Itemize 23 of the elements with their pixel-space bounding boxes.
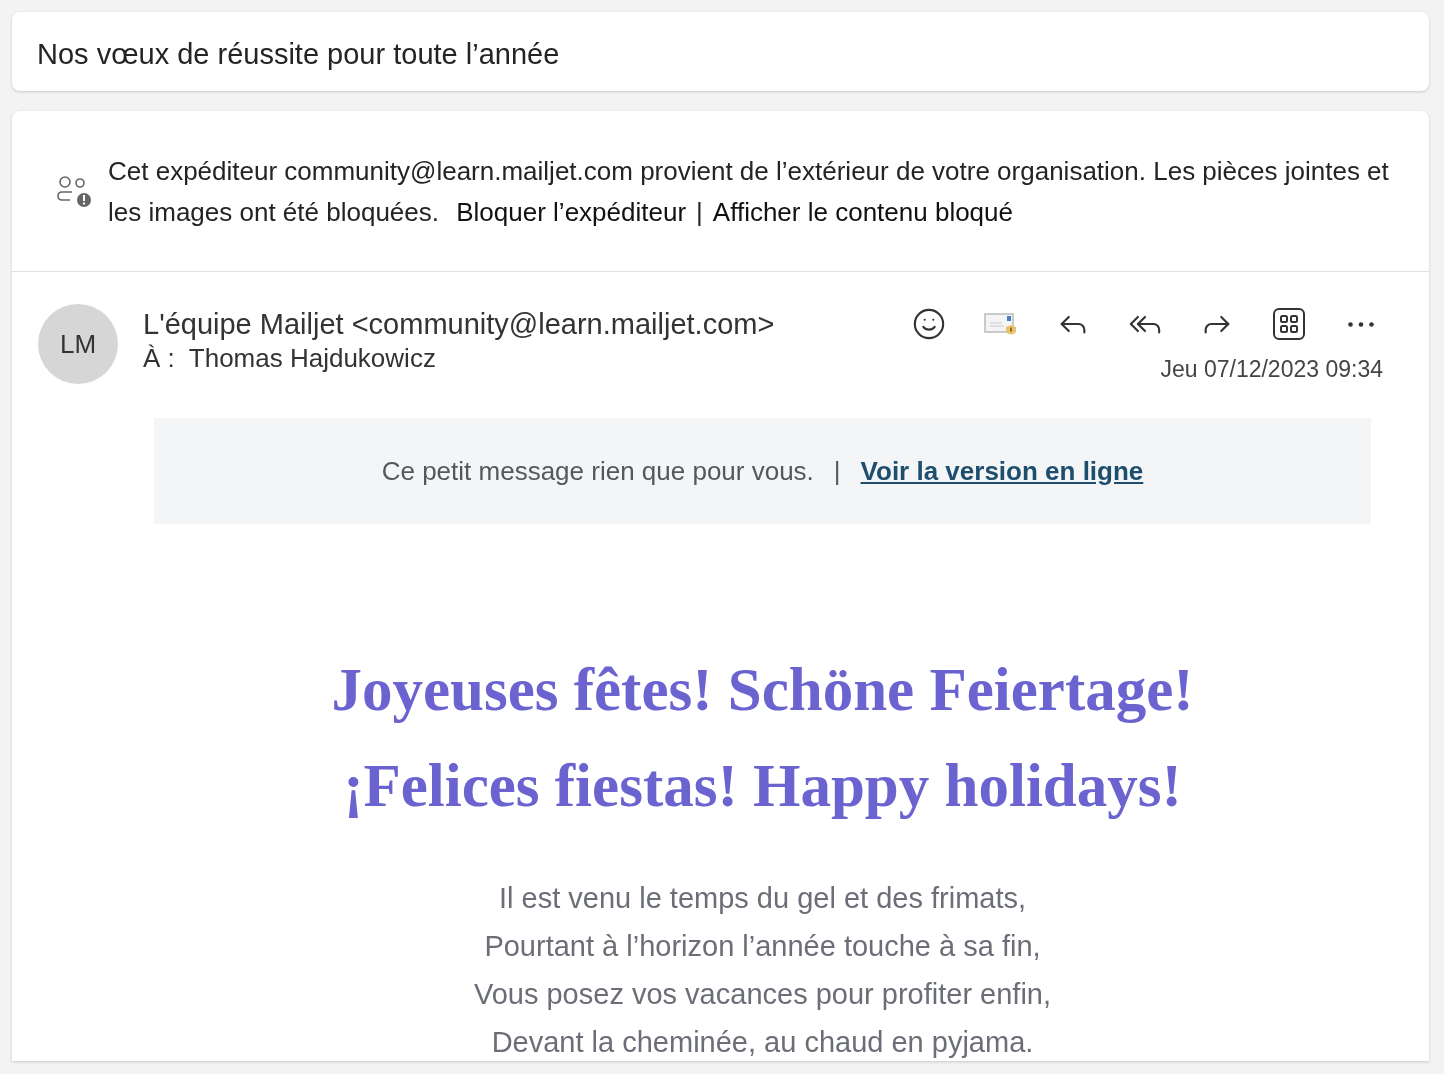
people-warning-icon [56, 175, 92, 209]
avatar: LM [38, 304, 118, 384]
smiley-icon [912, 307, 946, 341]
grid-icon [1273, 308, 1305, 340]
sender-name: L'équipe Mailjet <community@learn.mailjet.com> [143, 308, 776, 341]
show-blocked-content-link[interactable]: Afficher le contenu bloqué [712, 197, 1013, 227]
greeting-heading: Joyeuses fêtes! Schöne Feiertage! [331, 655, 1194, 725]
online-version-link[interactable]: Voir la version en ligne [860, 455, 1144, 487]
sent-date: Jeu 07/12/2023 09:34 [1160, 356, 1383, 383]
more-icon [1348, 321, 1374, 327]
separator: | [833, 455, 841, 487]
to-label: À : [143, 343, 175, 374]
external-sender-warning: Cet expéditeur community@learn.mailjet.com provient de l’extérieur de votre organisation. Les pièces jointes et les images ont été bloquées. Bloquer l’expéditeur | Afficher le contenu bloqué [108, 155, 1389, 229]
envelope-warning-icon [984, 311, 1018, 337]
poem-line: Pourtant à l’horizon l’année touche à sa fin, [484, 929, 1041, 964]
block-sender-link[interactable]: Bloquer l’expéditeur [456, 197, 687, 227]
poem-line: Il est venu le temps du gel et des frimats, [498, 881, 1027, 916]
greeting-heading: ¡Felices fiestas! Happy holidays! [342, 751, 1183, 821]
email-subject: Nos vœux de réussite pour toute l’année [37, 38, 561, 71]
poem-line: Devant la cheminée, au chaud en pyjama. [491, 1025, 1034, 1060]
banner-text: Ce petit message rien que pour vous. [381, 455, 814, 487]
recipient-name: Thomas Hajdukowicz [188, 343, 436, 374]
poem-line: Vous posez vos vacances pour profiter enfin, [473, 977, 1052, 1012]
